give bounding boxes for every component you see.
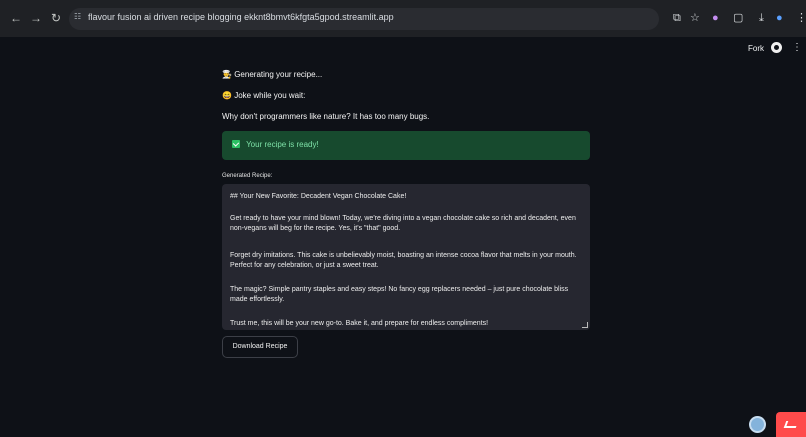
github-icon[interactable] (771, 42, 782, 53)
back-button[interactable]: ← (8, 10, 24, 26)
generated-recipe-label: Generated Recipe: (222, 173, 273, 179)
extension-icon[interactable]: ● (712, 11, 719, 25)
address-bar[interactable]: ☷ flavour fusion ai driven recipe bloggi… (69, 8, 659, 30)
joke-text: Why don't programmers like nature? It ha… (222, 112, 430, 121)
app-window: ← → ↻ ☷ flavour fusion ai driven recipe … (0, 0, 806, 437)
resize-handle[interactable] (582, 322, 588, 328)
extensions-icon[interactable]: ▢ (733, 11, 743, 25)
forward-button[interactable]: → (28, 10, 44, 26)
url-text: flavour fusion ai driven recipe blogging… (88, 12, 394, 22)
generating-status: 👨‍🍳 Generating your recipe... (222, 70, 323, 79)
user-avatar-icon[interactable] (749, 416, 766, 433)
success-message: Your recipe is ready! (232, 140, 319, 149)
joke-prompt: 😄 Joke while you wait: (222, 91, 306, 100)
chef-icon: 👨‍🍳 (222, 70, 232, 79)
streamlit-badge-icon[interactable] (776, 412, 806, 437)
tab-search-icon[interactable]: ⧉ (673, 11, 681, 25)
profile-icon[interactable]: ● (776, 11, 783, 25)
download-icon[interactable]: ⤓ (759, 11, 764, 25)
laugh-icon: 😄 (222, 91, 232, 100)
streamlit-header (0, 37, 806, 64)
recipe-paragraph-2: Forget dry imitations. This cake is unbe… (230, 252, 577, 269)
recipe-paragraph-3: The magic? Simple pantry staples and eas… (230, 286, 569, 303)
recipe-paragraph-1: Get ready to have your mind blown! Today… (230, 215, 576, 232)
success-alert: Your recipe is ready! (222, 131, 590, 160)
reload-button[interactable]: ↻ (48, 10, 64, 26)
check-icon (232, 140, 240, 148)
browser-menu-icon[interactable]: ⋮ (796, 11, 806, 25)
recipe-paragraph-4: Trust me, this will be your new go-to. B… (230, 320, 489, 327)
download-recipe-button[interactable]: Download Recipe (222, 336, 298, 358)
generated-recipe-textarea[interactable]: ## Your New Favorite: Decadent Vegan Cho… (222, 184, 590, 330)
tune-icon: ☷ (74, 12, 82, 21)
star-icon[interactable]: ☆ (690, 11, 700, 25)
browser-toolbar: ← → ↻ ☷ flavour fusion ai driven recipe … (0, 0, 806, 37)
app-menu-icon[interactable]: ⋮ (792, 42, 802, 53)
recipe-title: ## Your New Favorite: Decadent Vegan Cho… (230, 193, 407, 200)
fork-button[interactable]: Fork (748, 44, 764, 53)
